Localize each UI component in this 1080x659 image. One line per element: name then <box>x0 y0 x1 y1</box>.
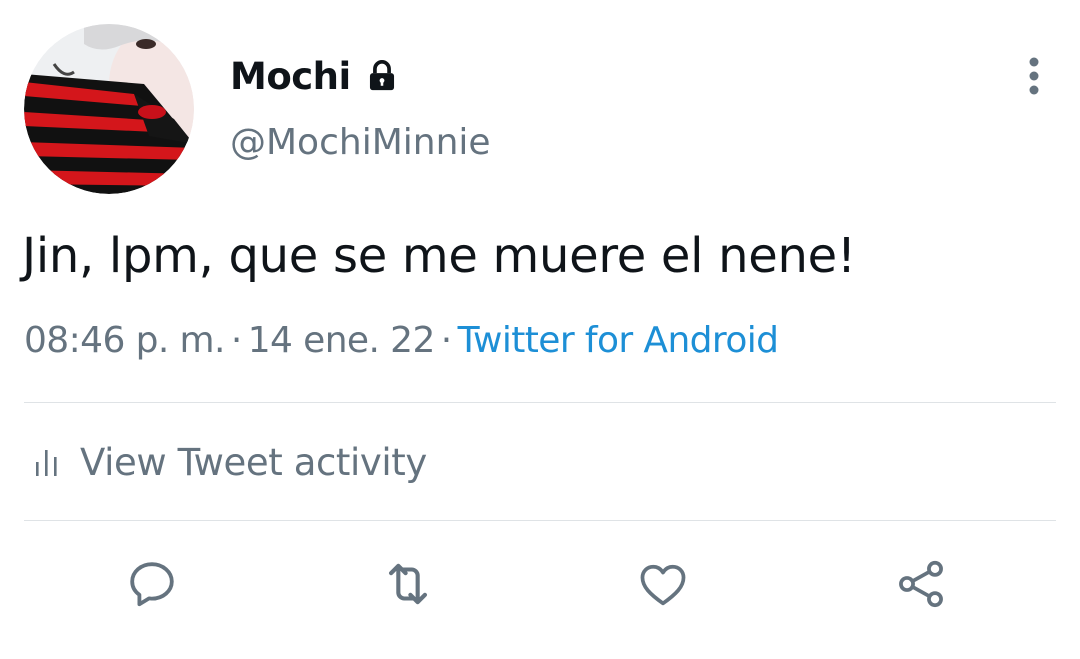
divider <box>24 520 1056 521</box>
author-name-row: Mochi <box>230 52 399 100</box>
share-button[interactable] <box>891 554 951 614</box>
tweet-source-link[interactable]: Twitter for Android <box>458 320 779 361</box>
more-options-button[interactable] <box>1012 54 1056 98</box>
tweet-date: 14 ene. 22 <box>247 320 436 361</box>
tweet-detail: Mochi @MochiMinnie Jin, lpm, que se me m… <box>0 0 1080 659</box>
user-handle[interactable]: @MochiMinnie <box>230 122 491 163</box>
retweet-button[interactable] <box>378 554 438 614</box>
view-tweet-activity-button[interactable]: View Tweet activity <box>34 438 427 486</box>
meta-separator: · <box>230 320 242 361</box>
lock-icon <box>365 59 399 93</box>
comment-icon <box>130 562 174 607</box>
heart-icon <box>640 564 686 606</box>
tweet-text: Jin, lpm, que se me muere el nene! <box>22 228 856 284</box>
reply-button[interactable] <box>122 554 182 614</box>
retweet-icon <box>389 563 427 605</box>
display-name[interactable]: Mochi <box>230 55 351 98</box>
avatar[interactable] <box>24 24 194 194</box>
meta-separator-2: · <box>440 320 452 361</box>
more-vertical-icon <box>1029 57 1039 95</box>
action-bar <box>0 548 1080 620</box>
view-tweet-activity-label: View Tweet activity <box>80 440 427 484</box>
like-button[interactable] <box>633 554 693 614</box>
bar-chart-icon <box>36 450 57 476</box>
tweet-metadata: 08:46 p. m. · 14 ene. 22 · Twitter for Andro… <box>24 320 779 361</box>
profile-photo <box>24 24 194 194</box>
tweet-time: 08:46 p. m. <box>24 320 225 361</box>
share-icon <box>899 560 943 608</box>
divider <box>24 402 1056 403</box>
